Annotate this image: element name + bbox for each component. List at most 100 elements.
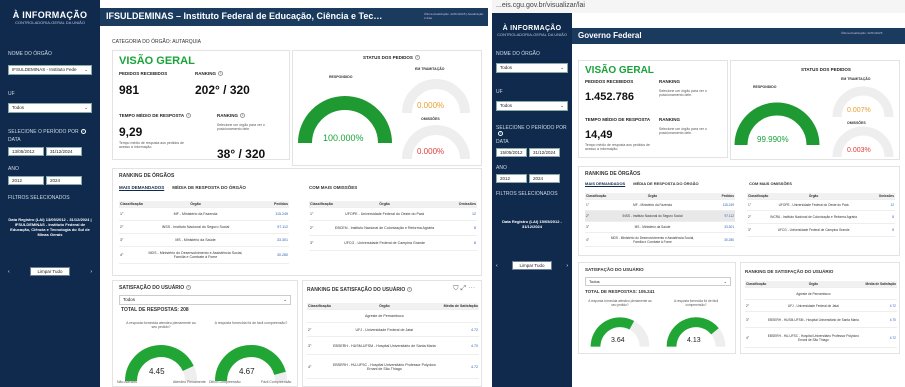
year-to-input[interactable]: 2024: [529, 174, 560, 183]
date-to-input[interactable]: 31/12/2024: [529, 148, 560, 157]
info-icon[interactable]: i: [80, 129, 86, 135]
chevron-left-icon[interactable]: ‹: [496, 263, 498, 269]
uf-select[interactable]: Todos ⌄: [496, 101, 568, 111]
cell-rank: [745, 293, 766, 295]
year-range: 2012 2024: [8, 176, 92, 185]
table-row[interactable]: 4° MDS - Ministério do Desenvolvimento e …: [585, 233, 735, 247]
chevron-down-icon: ⌄: [84, 67, 88, 72]
tab-average-response[interactable]: MÉDIA DE RESPOSTA DO ÓRGÃO: [172, 185, 246, 190]
ranking-tabs-right: COM MAIS OMISSÕES: [749, 181, 792, 186]
cell-value: [861, 293, 897, 295]
org-label: NOME DO ÓRGÃO: [8, 51, 52, 57]
satisfaction-select[interactable]: Todos ⌄: [585, 277, 731, 286]
cell-value: 4.72: [889, 303, 896, 308]
sidebar-title: À INFORMAÇÃO: [12, 10, 88, 20]
col-omissions: Omissões: [878, 194, 894, 198]
year-to-input[interactable]: 2024: [46, 176, 82, 185]
date-label: DATA: [496, 139, 509, 145]
ranking2-note: Selecione um órgão para ver o posicionam…: [217, 123, 265, 131]
satisfaction-select[interactable]: Todos ⌄: [119, 295, 291, 305]
date-from-input[interactable]: 13/05/2012: [8, 147, 44, 156]
cell-value: 8: [892, 228, 894, 232]
table-row[interactable]: 2° UFJ - Universidade Federal de Jataí 4.7…: [745, 300, 897, 312]
tab-most-omissions[interactable]: COM MAIS OMISSÕES: [749, 181, 792, 186]
cell-org: INSS - Instituto Nacional do Seguro Soci…: [622, 214, 683, 218]
omissions-table: Classificação Órgão Omissões 1° UFOPE - Uni…: [309, 201, 477, 251]
table-row[interactable]: 1° UFOPE - Universidade Federal do Oeste …: [309, 208, 477, 221]
clear-button[interactable]: Limpar Tudo: [512, 261, 552, 270]
date-range: 15/05/2012 31/12/2024: [496, 148, 568, 157]
cell-value: 97.112: [277, 225, 288, 229]
table-row[interactable]: Agreste de Pernambuco: [745, 288, 897, 300]
table-row[interactable]: 1° MF - Ministério da Fazenda 115.249: [585, 200, 735, 211]
info-icon[interactable]: i: [498, 131, 503, 137]
expand-icon[interactable]: ⤢: [460, 285, 466, 292]
uf-select-value: Todos: [500, 103, 513, 108]
table-header: Classificação Órgão Média de Satisfação: [745, 281, 897, 288]
table-row[interactable]: 2° INSS - Instituto Nacional do Seguro So…: [585, 211, 735, 222]
table-row[interactable]: 1° UFOPE - Universidade Federal do Oeste …: [747, 200, 895, 211]
tab-most-demanded[interactable]: MAIS DEMANDADOS: [585, 181, 625, 186]
table-row[interactable]: 3° EBSERH - HUSM-UFSM - Hospital Universi…: [745, 312, 897, 328]
q1-value: 4.45: [149, 367, 165, 376]
cell-rank: 4°: [120, 253, 124, 257]
table-row[interactable]: 3° UFCG - Universidade Federal de Campina…: [309, 236, 477, 251]
period-label: SELECIONE O PERÍODO PORi: [8, 129, 92, 135]
more-icon[interactable]: ⋯: [468, 285, 475, 292]
col-org: Órgão: [647, 194, 658, 198]
info-icon[interactable]: i: [407, 287, 413, 293]
q2-gauge: [215, 345, 287, 382]
cell-value: 8: [473, 241, 476, 245]
tab-most-demanded[interactable]: MAIS DEMANDADOS: [119, 185, 164, 190]
chevron-right-icon[interactable]: ›: [566, 263, 568, 269]
table-row[interactable]: 2° INSS - Instituto Nacional do Seguro So…: [119, 221, 289, 234]
table-row[interactable]: 1° MF - Ministério da Fazenda 115.249: [119, 208, 289, 221]
table-row[interactable]: 3° MS - Ministério da Saúde 33.301: [119, 234, 289, 247]
table-row[interactable]: 4° EBSERH - HU-UFSC - Hospital Universitá…: [307, 355, 479, 379]
table-row[interactable]: 4° EBSERH - HU-UFSC - Hospital Universitá…: [745, 328, 897, 348]
year-label: ANO: [8, 166, 19, 172]
info-icon[interactable]: i: [414, 55, 420, 61]
info-icon[interactable]: i: [186, 113, 192, 119]
table-row[interactable]: Agreste de Pernambuco: [307, 310, 479, 323]
info-icon[interactable]: i: [218, 71, 223, 77]
filter-icon[interactable]: ⛉: [453, 285, 458, 292]
org-select[interactable]: Todos ⌄: [496, 63, 568, 73]
year-from-input[interactable]: 2012: [8, 176, 44, 185]
uf-select[interactable]: Todos ⌄: [8, 103, 92, 113]
clear-button[interactable]: Limpar Tudo: [30, 267, 70, 276]
chevron-right-icon[interactable]: ›: [90, 269, 92, 275]
table-header: Classificação Órgão Pedidos: [119, 201, 289, 208]
date-to-input[interactable]: 31/12/2024: [46, 147, 82, 156]
cell-org: INSS - Instituto Nacional do Seguro Soci…: [161, 225, 230, 229]
cell-org: Agreste de Pernambuco: [365, 314, 404, 318]
uf-select-value: Todos: [12, 105, 25, 110]
col-org: Órgão: [379, 304, 390, 308]
overview-title: VISÃO GERAL: [119, 55, 195, 67]
cell-value: 4.70: [470, 343, 478, 348]
table-row[interactable]: 2° INCRA - Instituto Nacional de Coloniza…: [747, 211, 895, 224]
cell-rank: 1°: [586, 203, 590, 207]
info-icon[interactable]: i: [240, 113, 245, 119]
year-from-input[interactable]: 2012: [496, 174, 527, 183]
org-select[interactable]: IFSULDEMINAS - Instituto Fede ⌄: [8, 65, 92, 75]
table-row[interactable]: 3° MS - Ministério da Saúde 33.301: [585, 222, 735, 233]
table-row[interactable]: 2° UFJ - Universidade Federal de Jataí 4.7…: [307, 323, 479, 337]
tab-most-omissions[interactable]: COM MAIS OMISSÕES: [309, 185, 357, 190]
chevron-left-icon[interactable]: ‹: [8, 269, 10, 275]
filters-label: FILTROS SELECIONADOS: [8, 195, 70, 201]
status-title-text: STATUS DOS PEDIDOS: [363, 55, 413, 60]
status-title: STATUS DOS PEDIDOS i: [363, 55, 420, 61]
cell-org: UFJ - Universidade Federal de Jataí: [355, 327, 414, 332]
ranking-title: RANKING DE ÓRGÃOS: [585, 171, 641, 177]
question-1: A resposta fornecida atendeu plenamente …: [588, 299, 652, 307]
table-row[interactable]: 2° EBCEN - Instituto Nacional de Coloniza…: [309, 221, 477, 236]
date-from-input[interactable]: 15/05/2012: [496, 148, 527, 157]
question-1: A resposta fornecida atendeu plenamente …: [126, 321, 196, 329]
table-row[interactable]: 4° MDS - Ministério do Desenvolvimento e …: [119, 247, 289, 264]
tab-average-response[interactable]: MÉDIA DE RESPOSTA DO ÓRGÃO: [633, 181, 698, 186]
info-icon[interactable]: i: [186, 285, 192, 291]
url-bar[interactable]: ...eis.cgu.gov.br/visualizar/lai: [492, 0, 905, 13]
table-row[interactable]: 3° UFCG - Universidade Federal de Campina…: [747, 224, 895, 237]
table-row[interactable]: 3° EBSERH - HUSM-UFSM - Hospital Universi…: [307, 337, 479, 355]
